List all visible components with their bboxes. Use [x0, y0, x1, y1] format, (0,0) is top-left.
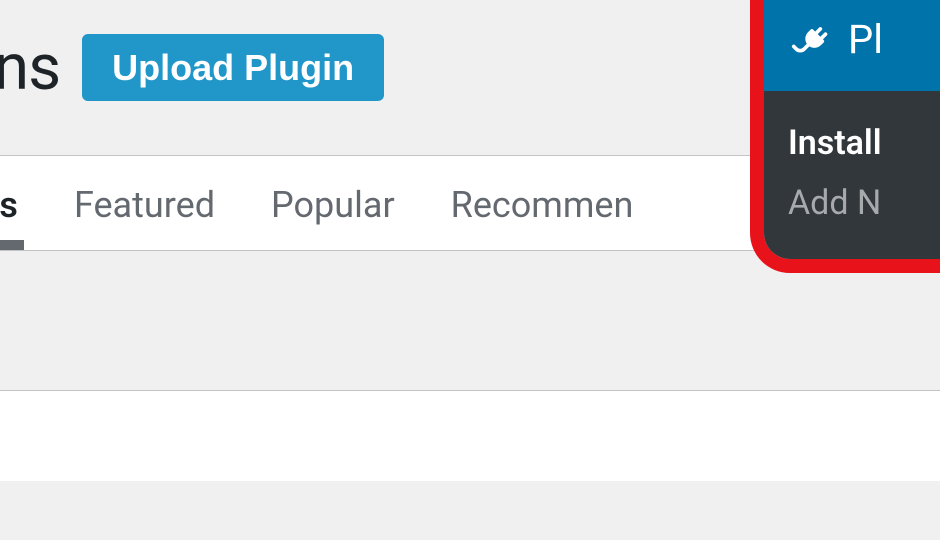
- tab-featured[interactable]: Featured: [74, 184, 215, 250]
- sidebar-submenu: Install Add N: [764, 91, 940, 259]
- sidebar-plugins-header[interactable]: Pl: [764, 0, 940, 91]
- upload-plugin-button[interactable]: Upload Plugin: [82, 34, 384, 102]
- sidebar-plugins-label: Pl: [848, 16, 883, 63]
- page-title: ugins: [0, 30, 60, 105]
- plug-icon: [786, 18, 830, 62]
- sidebar-item-add-new[interactable]: Add N: [788, 173, 940, 233]
- sidebar-item-installed-plugins[interactable]: Install: [788, 113, 940, 173]
- content-region: [0, 391, 940, 481]
- sidebar-callout: Pl Install Add N: [750, 0, 940, 273]
- tab-search-results[interactable]: esults: [0, 184, 18, 250]
- tab-recommended[interactable]: Recommen: [451, 184, 634, 250]
- tab-popular[interactable]: Popular: [271, 184, 395, 250]
